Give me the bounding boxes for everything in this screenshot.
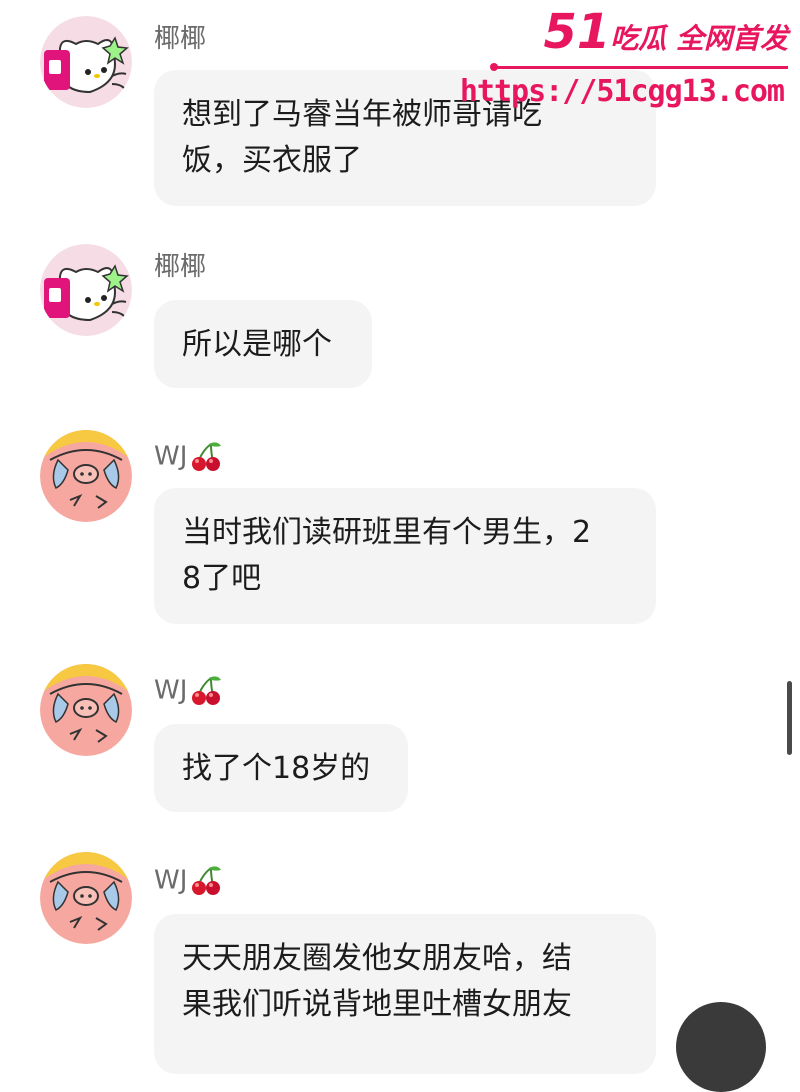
message-text-line: 当时我们读研班里有个男生，2: [182, 515, 592, 550]
watermark: 51吃瓜 全网首发 https://51cgg13.com: [460, 8, 792, 109]
cherry-icon: [192, 442, 222, 471]
watermark-url: https://51cgg13.com: [459, 74, 785, 109]
sender-name: WJ: [154, 864, 223, 898]
message-text-line: 天天朋友圈发他女朋友哈，结: [182, 941, 572, 976]
pig-avatar[interactable]: [40, 664, 132, 756]
sender-name: 椰椰: [154, 24, 207, 54]
cherry-icon: [192, 866, 222, 895]
message-bubble[interactable]: 天天朋友圈发他女朋友哈，结 果我们听说背地里吐槽女朋友: [154, 914, 656, 1074]
pig-avatar[interactable]: [40, 852, 132, 944]
scrollbar[interactable]: [787, 681, 792, 755]
sender-name: WJ: [154, 674, 223, 708]
message-text-line: 找了个18岁的: [182, 751, 371, 786]
watermark-brand: 51吃瓜 全网首发: [543, 8, 788, 61]
message-bubble[interactable]: 当时我们读研班里有个男生，2 8了吧: [154, 488, 656, 624]
sender-name-text: WJ: [154, 865, 188, 896]
hello-kitty-avatar[interactable]: [40, 16, 132, 108]
message-text-line: 所以是哪个: [182, 327, 332, 362]
message-bubble[interactable]: 找了个18岁的: [154, 724, 408, 812]
watermark-divider: [490, 63, 788, 71]
sender-name-text: WJ: [154, 675, 188, 706]
sender-name-text: WJ: [154, 441, 188, 472]
message-text-line: 8了吧: [182, 561, 262, 596]
sender-name: 椰椰: [154, 252, 207, 282]
hello-kitty-avatar[interactable]: [40, 244, 132, 336]
message-bubble[interactable]: 所以是哪个: [154, 300, 372, 388]
message-text-line: 果我们听说背地里吐槽女朋友: [182, 987, 572, 1022]
watermark-brand-number: 51: [543, 4, 611, 60]
cherry-icon: [192, 676, 222, 705]
sender-name: WJ: [154, 440, 223, 474]
watermark-brand-text: 吃瓜 全网首发: [610, 22, 788, 55]
message-text-line: 饭，买衣服了: [182, 143, 362, 178]
pig-avatar[interactable]: [40, 430, 132, 522]
floating-action-button[interactable]: [676, 1002, 766, 1092]
